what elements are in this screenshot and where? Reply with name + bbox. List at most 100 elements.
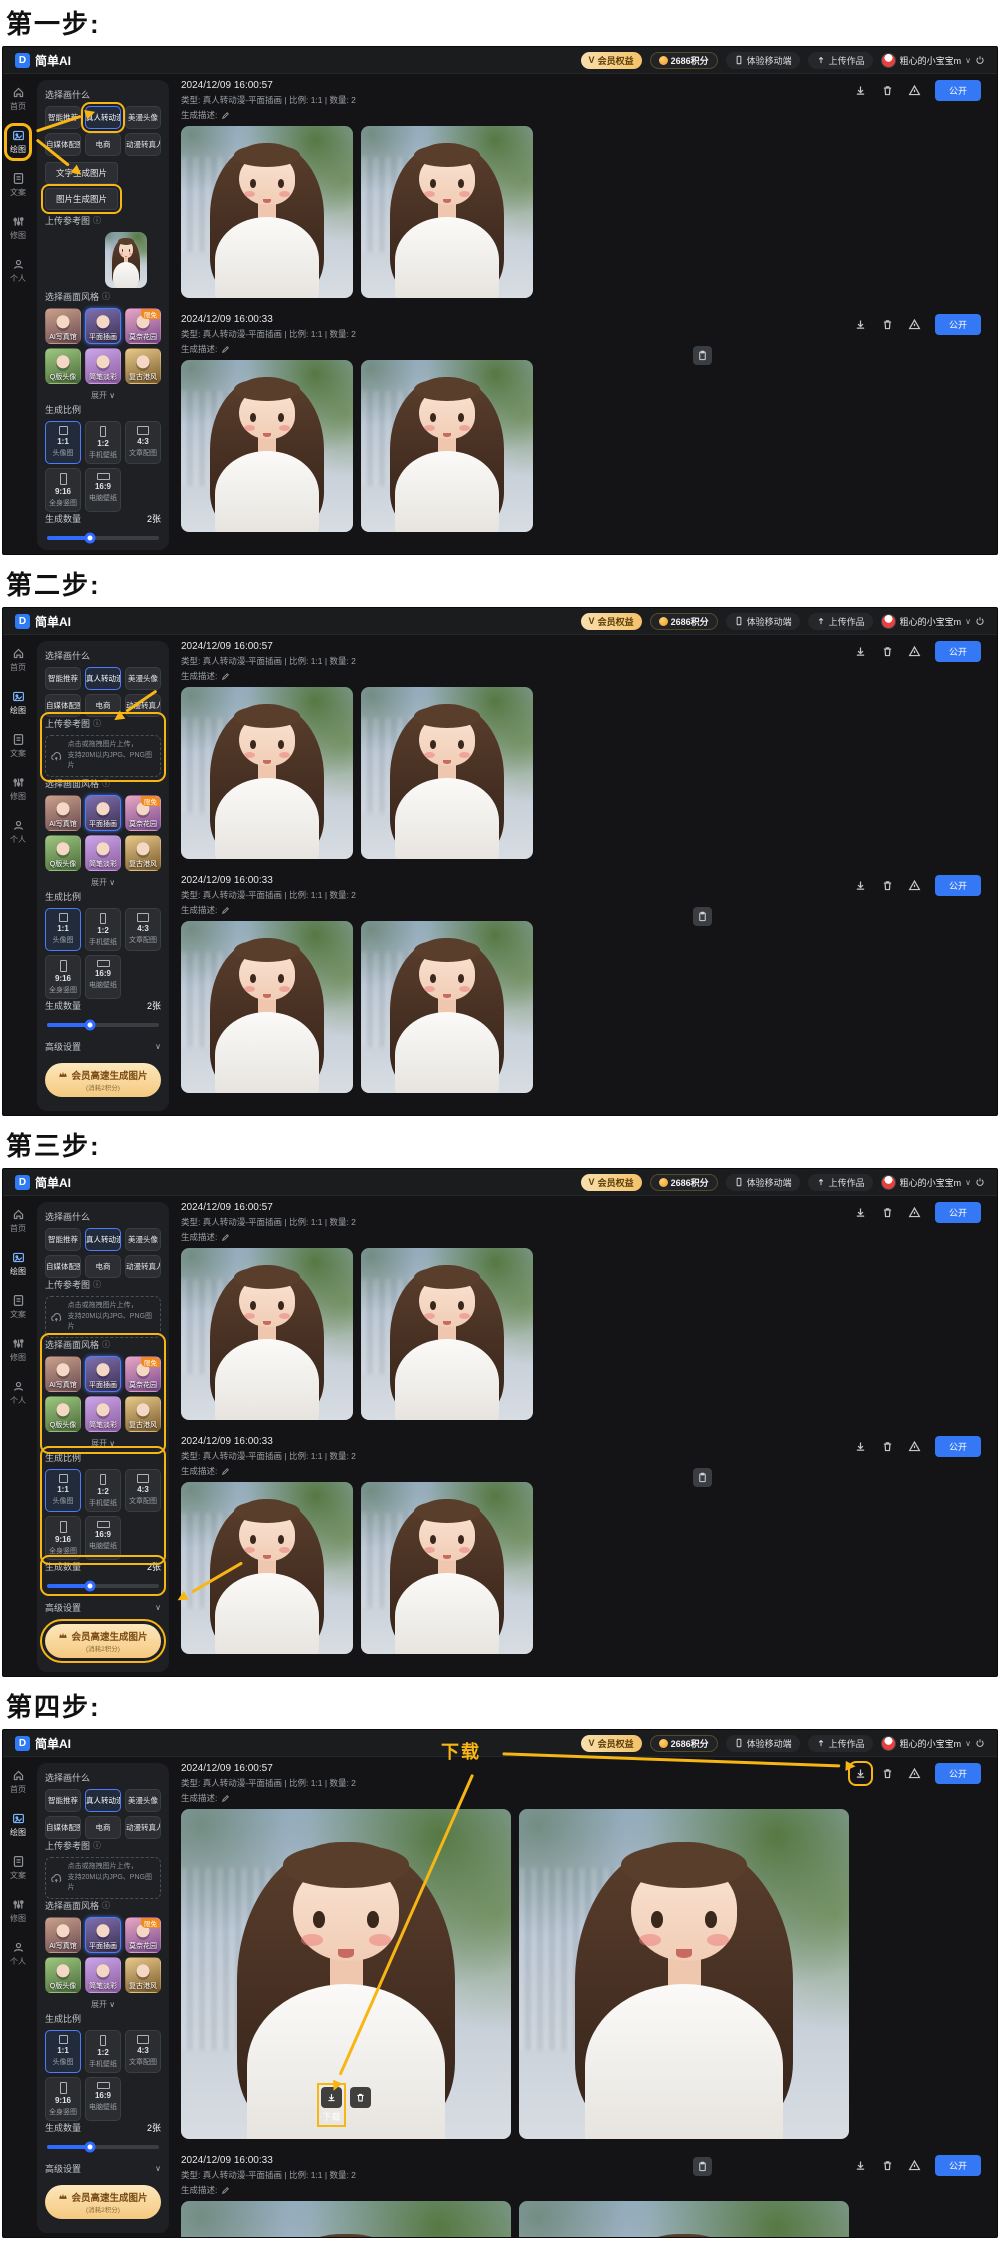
download-icon[interactable] bbox=[854, 1440, 867, 1453]
edit-icon[interactable] bbox=[221, 2186, 230, 2195]
publish-button[interactable]: 公开 bbox=[935, 1202, 981, 1223]
delete-icon[interactable] bbox=[881, 2159, 894, 2172]
publish-button[interactable]: 公开 bbox=[935, 80, 981, 101]
publish-button[interactable]: 公开 bbox=[935, 1436, 981, 1457]
generated-image-4[interactable] bbox=[519, 2201, 849, 2238]
report-icon[interactable] bbox=[908, 645, 921, 658]
publish-button[interactable]: 公开 bbox=[935, 875, 981, 896]
generated-image-1[interactable]: 下载 bbox=[181, 687, 353, 859]
sidebar-item-profile[interactable]: 个人 bbox=[8, 817, 28, 847]
delete-icon[interactable] bbox=[881, 879, 894, 892]
mode-smart-button[interactable]: 智能推荐 bbox=[45, 1789, 81, 1812]
try-mobile-button[interactable]: 体验移动端 bbox=[726, 1174, 800, 1191]
style-option-chibi[interactable]: Q版头像 bbox=[45, 348, 81, 384]
download-icon[interactable] bbox=[854, 1767, 867, 1780]
upload-work-button[interactable]: 上传作品 bbox=[808, 1735, 873, 1752]
power-icon[interactable] bbox=[975, 55, 985, 65]
style-option-retro[interactable]: 复古港风 bbox=[125, 1957, 161, 1993]
reference-photo[interactable] bbox=[105, 232, 147, 288]
mode-smart-button[interactable]: 智能推荐 bbox=[45, 106, 81, 129]
image-delete-icon[interactable] bbox=[350, 2087, 371, 2108]
ratio-1-1[interactable]: 1:1头像图 bbox=[45, 1469, 81, 1512]
expand-button[interactable]: 展开 ∨ bbox=[45, 390, 161, 401]
mode-real2anime-button[interactable]: 真人转动漫 bbox=[85, 667, 121, 690]
edit-icon[interactable] bbox=[221, 111, 230, 120]
style-option-retro[interactable]: 复古港风 bbox=[125, 835, 161, 871]
expand-button[interactable]: 展开 ∨ bbox=[45, 1438, 161, 1449]
power-icon[interactable] bbox=[975, 1177, 985, 1187]
generated-image-2[interactable] bbox=[361, 126, 533, 298]
ratio-4-3[interactable]: 4:3文章配图 bbox=[125, 1469, 161, 1512]
ratio-1-1[interactable]: 1:1头像图 bbox=[45, 908, 81, 951]
sidebar-item-retouch[interactable]: 修图 bbox=[8, 213, 28, 243]
mode-real2anime-button[interactable]: 真人转动漫 bbox=[85, 106, 121, 129]
ratio-1-2[interactable]: 1:2手机壁纸 bbox=[85, 1469, 121, 1512]
style-option-monet[interactable]: 限免莫奈花园 bbox=[125, 795, 161, 831]
generated-image-1[interactable]: 下载 bbox=[181, 1809, 511, 2139]
user-menu[interactable]: 粗心的小宝宝m ∨ bbox=[881, 1736, 985, 1751]
mode-smart-button[interactable]: 智能推荐 bbox=[45, 1228, 81, 1251]
generated-image-4[interactable] bbox=[361, 1482, 533, 1654]
mode-ecommerce-button[interactable]: 电商 bbox=[85, 133, 121, 156]
user-menu[interactable]: 粗心的小宝宝m ∨ bbox=[881, 53, 985, 68]
ratio-9-16[interactable]: 9:16全身竖图 bbox=[45, 955, 81, 999]
count-slider[interactable] bbox=[47, 1019, 159, 1030]
mode-comic-avatar-button[interactable]: 美漫头像 bbox=[125, 106, 161, 129]
delete-icon[interactable] bbox=[881, 1206, 894, 1219]
publish-button[interactable]: 公开 bbox=[935, 314, 981, 335]
style-option-flat-illustration[interactable]: 平面插画 bbox=[85, 1356, 121, 1392]
ratio-1-2[interactable]: 1:2手机壁纸 bbox=[85, 908, 121, 951]
edit-icon[interactable] bbox=[221, 672, 230, 681]
ratio-9-16[interactable]: 9:16全身竖图 bbox=[45, 2077, 81, 2121]
ratio-9-16[interactable]: 9:16全身竖图 bbox=[45, 468, 81, 512]
style-option-photo[interactable]: AI写真馆 bbox=[45, 308, 81, 344]
style-option-chibi[interactable]: Q版头像 bbox=[45, 1396, 81, 1432]
ratio-4-3[interactable]: 4:3文章配图 bbox=[125, 908, 161, 951]
mode-media-button[interactable]: 自媒体配图 bbox=[45, 694, 81, 717]
delete-icon[interactable] bbox=[881, 318, 894, 331]
slider-thumb[interactable] bbox=[84, 1580, 95, 1591]
report-icon[interactable] bbox=[908, 1440, 921, 1453]
mode-real2anime-button[interactable]: 真人转动漫 bbox=[85, 1228, 121, 1251]
sidebar-item-retouch[interactable]: 修图 bbox=[8, 1896, 28, 1926]
clipboard-icon[interactable] bbox=[693, 346, 712, 365]
download-icon[interactable] bbox=[854, 2159, 867, 2172]
style-option-photo[interactable]: AI写真馆 bbox=[45, 1917, 81, 1953]
expand-button[interactable]: 展开 ∨ bbox=[45, 877, 161, 888]
mode-real2anime-button[interactable]: 真人转动漫 bbox=[85, 1789, 121, 1812]
style-option-chibi[interactable]: Q版头像 bbox=[45, 835, 81, 871]
power-icon[interactable] bbox=[975, 616, 985, 626]
ratio-1-2[interactable]: 1:2手机壁纸 bbox=[85, 421, 121, 464]
delete-icon[interactable] bbox=[881, 645, 894, 658]
sidebar-item-copywriting[interactable]: 文案 bbox=[8, 1853, 28, 1883]
sidebar-item-home[interactable]: 首页 bbox=[8, 645, 28, 675]
generated-image-3[interactable] bbox=[181, 1482, 353, 1654]
mode-media-button[interactable]: 自媒体配图 bbox=[45, 133, 81, 156]
style-option-flat-illustration[interactable]: 平面插画 bbox=[85, 308, 121, 344]
generate-button[interactable]: 会员高速生成图片 (消耗2积分) bbox=[45, 2185, 161, 2219]
advanced-settings[interactable]: 高级设置∨ bbox=[45, 1040, 161, 1053]
mode-comic-avatar-button[interactable]: 美漫头像 bbox=[125, 667, 161, 690]
mode-anime2real-button[interactable]: 动漫转真人 bbox=[125, 1816, 161, 1839]
style-option-monet[interactable]: 限免莫奈花园 bbox=[125, 308, 161, 344]
user-menu[interactable]: 粗心的小宝宝m ∨ bbox=[881, 1175, 985, 1190]
download-icon[interactable] bbox=[854, 645, 867, 658]
generated-image-1[interactable]: 下载 bbox=[181, 126, 353, 298]
member-benefits-button[interactable]: V 会员权益 bbox=[581, 1174, 642, 1191]
download-icon[interactable] bbox=[854, 1206, 867, 1219]
clipboard-icon[interactable] bbox=[693, 907, 712, 926]
count-slider[interactable] bbox=[47, 532, 159, 543]
style-option-watercolor[interactable]: 简笔淡彩 bbox=[85, 835, 121, 871]
generated-image-1[interactable]: 下载 bbox=[181, 1248, 353, 1420]
generated-image-2[interactable] bbox=[361, 687, 533, 859]
generate-button[interactable]: 会员高速生成图片 (消耗2积分) bbox=[45, 1063, 161, 1097]
clipboard-icon[interactable] bbox=[693, 1468, 712, 1487]
edit-icon[interactable] bbox=[221, 345, 230, 354]
publish-button[interactable]: 公开 bbox=[935, 641, 981, 662]
style-option-photo[interactable]: AI写真馆 bbox=[45, 795, 81, 831]
member-benefits-button[interactable]: V 会员权益 bbox=[581, 52, 642, 69]
ratio-16-9[interactable]: 16:9电脑壁纸 bbox=[85, 1516, 121, 1560]
sidebar-item-profile[interactable]: 个人 bbox=[8, 256, 28, 286]
sidebar-item-profile[interactable]: 个人 bbox=[8, 1939, 28, 1969]
sidebar-item-copywriting[interactable]: 文案 bbox=[8, 170, 28, 200]
